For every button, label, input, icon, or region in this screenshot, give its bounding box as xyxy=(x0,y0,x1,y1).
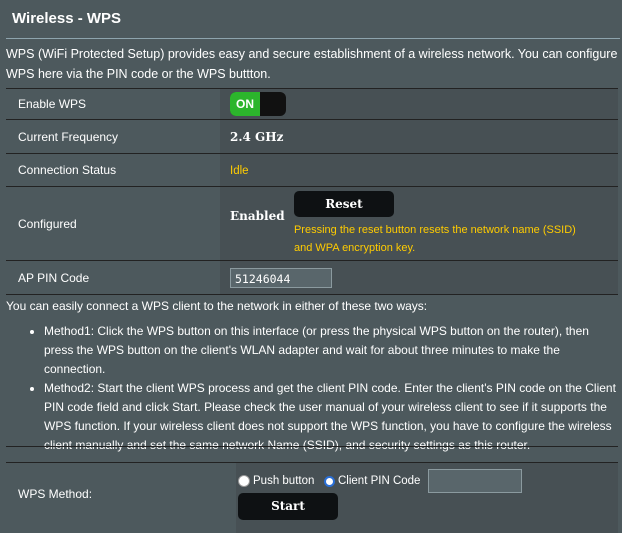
method1-item: Method1: Click the WPS button on this in… xyxy=(44,322,618,379)
push-button-label: Push button xyxy=(253,475,315,488)
methods-list: Method1: Click the WPS button on this in… xyxy=(6,322,618,455)
client-pin-radio[interactable] xyxy=(323,475,335,487)
connection-status-value: Idle xyxy=(230,165,249,177)
wps-page: Wireless - WPS WPS (WiFi Protected Setup… xyxy=(0,0,622,533)
row-enable-wps: Enable WPS ON xyxy=(6,88,618,120)
method2-item: Method2: Start the client WPS process an… xyxy=(44,379,618,455)
start-button[interactable]: Start xyxy=(238,493,338,520)
enable-wps-label: Enable WPS xyxy=(6,88,220,120)
ap-pin-field[interactable]: 51246044 xyxy=(230,267,332,288)
row-frequency: Current Frequency 2.4 GHz xyxy=(6,119,618,154)
enable-wps-toggle[interactable]: ON xyxy=(230,92,286,116)
title-divider xyxy=(6,38,620,39)
connection-status-label: Connection Status xyxy=(6,153,220,187)
frequency-value: 2.4 GHz xyxy=(230,129,284,144)
toggle-on-label: ON xyxy=(230,92,260,116)
push-button-radio[interactable] xyxy=(238,475,250,487)
methods-intro: You can easily connect a WPS client to t… xyxy=(6,299,428,313)
wps-method-row: WPS Method: Push button Client PIN Code … xyxy=(6,462,618,533)
reset-note: Pressing the reset button resets the net… xyxy=(293,224,576,254)
reset-button[interactable]: Reset xyxy=(293,191,394,217)
settings-table: Enable WPS ON Current Frequency 2.4 GHz … xyxy=(6,88,618,295)
client-pin-input[interactable] xyxy=(427,469,522,493)
connection-methods: You can easily connect a WPS client to t… xyxy=(6,296,618,455)
intro-text: WPS (WiFi Protected Setup) provides easy… xyxy=(6,47,618,81)
row-connection-status: Connection Status Idle xyxy=(6,153,618,187)
row-configured: Configured Enabled Reset Pressing the re… xyxy=(6,186,618,261)
client-pin-label: Client PIN Code xyxy=(337,475,421,488)
page-title: Wireless - WPS xyxy=(12,10,122,27)
methods-divider xyxy=(6,446,618,447)
configured-label: Configured xyxy=(6,186,220,261)
configured-value: Enabled xyxy=(230,209,285,223)
wps-method-label: WPS Method: xyxy=(18,487,93,501)
ap-pin-label: AP PIN Code xyxy=(6,260,220,295)
frequency-label: Current Frequency xyxy=(6,119,220,154)
row-ap-pin: AP PIN Code 51246044 xyxy=(6,260,618,295)
